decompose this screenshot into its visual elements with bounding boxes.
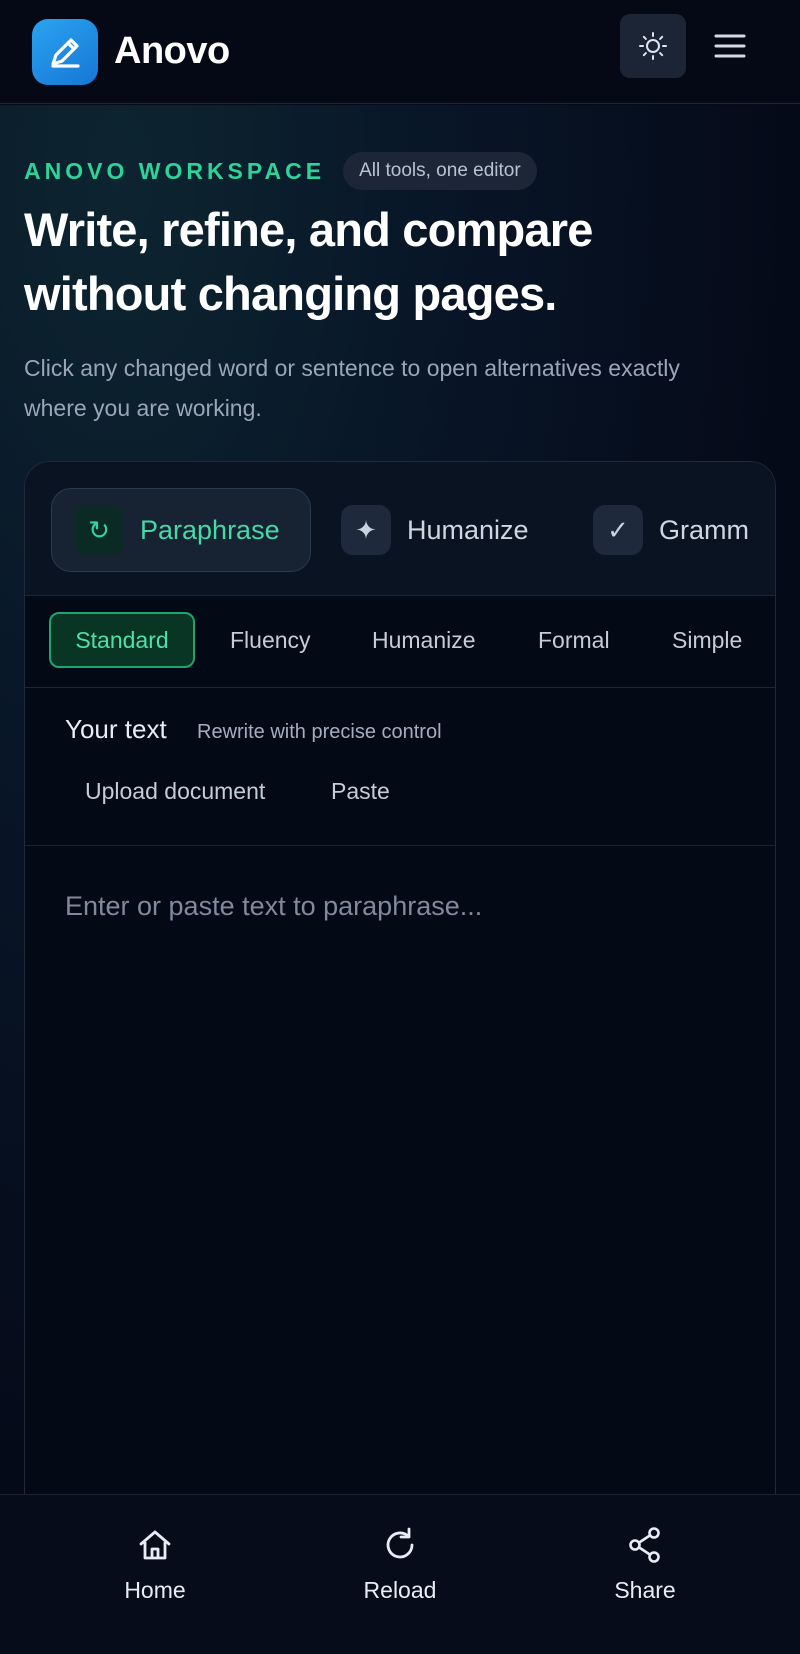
checkmark-icon: ✓ [593,505,643,555]
bottom-navigation: Home Reload Share [0,1494,800,1654]
mode-simple[interactable]: Simple [672,612,742,668]
eyebrow-row: ANOVO WORKSPACE All tools, one editor [24,152,537,190]
tagline-pill: All tools, one editor [343,152,537,190]
theme-toggle-button[interactable] [620,14,686,78]
nav-home-button[interactable]: Home [85,1525,225,1625]
sparkle-icon: ✦ [341,505,391,555]
tool-tabs: ↻ Paraphrase ✦ Humanize ✓ Gramm [25,462,775,596]
paste-button[interactable]: Paste [331,778,390,805]
input-title: Your text [65,714,167,744]
brand-name[interactable]: Anovo [114,30,230,73]
nav-reload-button[interactable]: Reload [330,1525,470,1625]
tab-humanize[interactable]: ✦ Humanize [341,488,529,572]
nav-share-button[interactable]: Share [575,1525,715,1625]
tab-paraphrase[interactable]: ↻ Paraphrase [51,488,311,572]
text-input[interactable] [45,866,755,1446]
input-hint: Rewrite with precise control [197,721,442,743]
menu-button[interactable] [706,22,754,70]
sun-icon [639,32,667,60]
top-header: Anovo [0,0,800,104]
mode-humanize[interactable]: Humanize [372,612,476,668]
upload-document-button[interactable]: Upload document [85,778,265,805]
tab-label: Humanize [407,514,529,545]
mode-selector: Standard Fluency Humanize Formal Simple [25,596,775,688]
home-icon [139,1530,171,1560]
pencil-icon [51,37,80,68]
mode-standard[interactable]: Standard [49,612,195,668]
mode-fluency[interactable]: Fluency [230,612,311,668]
refresh-icon: ↻ [74,505,124,555]
tab-grammar[interactable]: ✓ Gramm [593,488,749,572]
page-subtitle: Click any changed word or sentence to op… [24,355,680,421]
input-header: Your text Rewrite with precise control U… [25,688,775,846]
nav-label: Home [124,1577,186,1603]
tab-label: Gramm [659,514,749,545]
reload-icon [386,1527,414,1559]
page-title: Write, refine, and compare without chang… [24,203,593,320]
share-icon [629,1527,660,1563]
tab-label: Paraphrase [140,514,280,545]
mode-formal[interactable]: Formal [538,612,610,668]
eyebrow-label: ANOVO WORKSPACE [24,157,326,184]
nav-label: Reload [363,1577,437,1603]
nav-label: Share [614,1577,676,1603]
hamburger-menu-icon [714,34,746,58]
logo[interactable] [32,18,98,85]
editor-card: ↻ Paraphrase ✦ Humanize ✓ Gramm Standard… [24,461,776,1654]
